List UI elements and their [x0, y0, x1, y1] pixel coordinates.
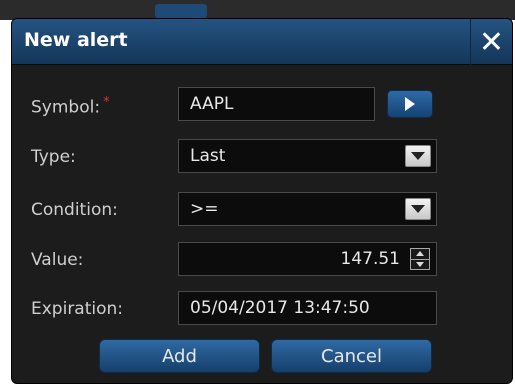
chevron-down-icon [416, 261, 424, 267]
spinner-down-button[interactable] [411, 260, 429, 270]
spinner-up-button[interactable] [411, 249, 429, 260]
cancel-button[interactable]: Cancel [271, 339, 432, 373]
background-button [155, 4, 207, 18]
type-select-value: Last [190, 146, 226, 166]
symbol-go-button[interactable] [387, 90, 433, 118]
type-label: Type: [31, 147, 76, 167]
value-input[interactable]: 147.51 [178, 242, 437, 276]
chevron-up-icon [416, 251, 424, 257]
expiration-label: Expiration: [31, 299, 124, 319]
type-dropdown-button[interactable] [405, 145, 431, 167]
dialog-titlebar: New alert ✕ [12, 19, 512, 65]
new-alert-dialog: New alert ✕ Symbol: * AAPL Type: Last Con… [11, 18, 513, 384]
symbol-input[interactable]: AAPL [178, 87, 375, 121]
chevron-down-icon [411, 205, 425, 213]
play-arrow-icon [405, 97, 415, 111]
condition-select[interactable]: >= [178, 192, 437, 226]
symbol-label: Symbol: * [31, 95, 110, 118]
condition-row: Condition: >= [12, 192, 512, 226]
value-input-text: 147.51 [340, 249, 400, 269]
type-select[interactable]: Last [178, 139, 437, 173]
condition-select-value: >= [190, 199, 219, 219]
background-window [0, 0, 515, 20]
dialog-title: New alert [24, 29, 128, 51]
close-button[interactable]: ✕ [470, 19, 512, 65]
close-icon: ✕ [478, 24, 505, 60]
expiration-row: Expiration: 05/04/2017 13:47:50 [12, 291, 512, 325]
symbol-row: Symbol: * AAPL [12, 87, 512, 121]
value-label: Value: [31, 250, 84, 270]
value-row: Value: 147.51 [12, 242, 512, 276]
condition-dropdown-button[interactable] [405, 198, 431, 220]
type-row: Type: Last [12, 139, 512, 173]
value-spinner [410, 248, 430, 270]
add-button[interactable]: Add [99, 339, 260, 373]
condition-label: Condition: [31, 200, 118, 220]
chevron-down-icon [411, 152, 425, 160]
required-asterisk: * [103, 95, 110, 110]
expiration-input[interactable]: 05/04/2017 13:47:50 [178, 291, 437, 325]
